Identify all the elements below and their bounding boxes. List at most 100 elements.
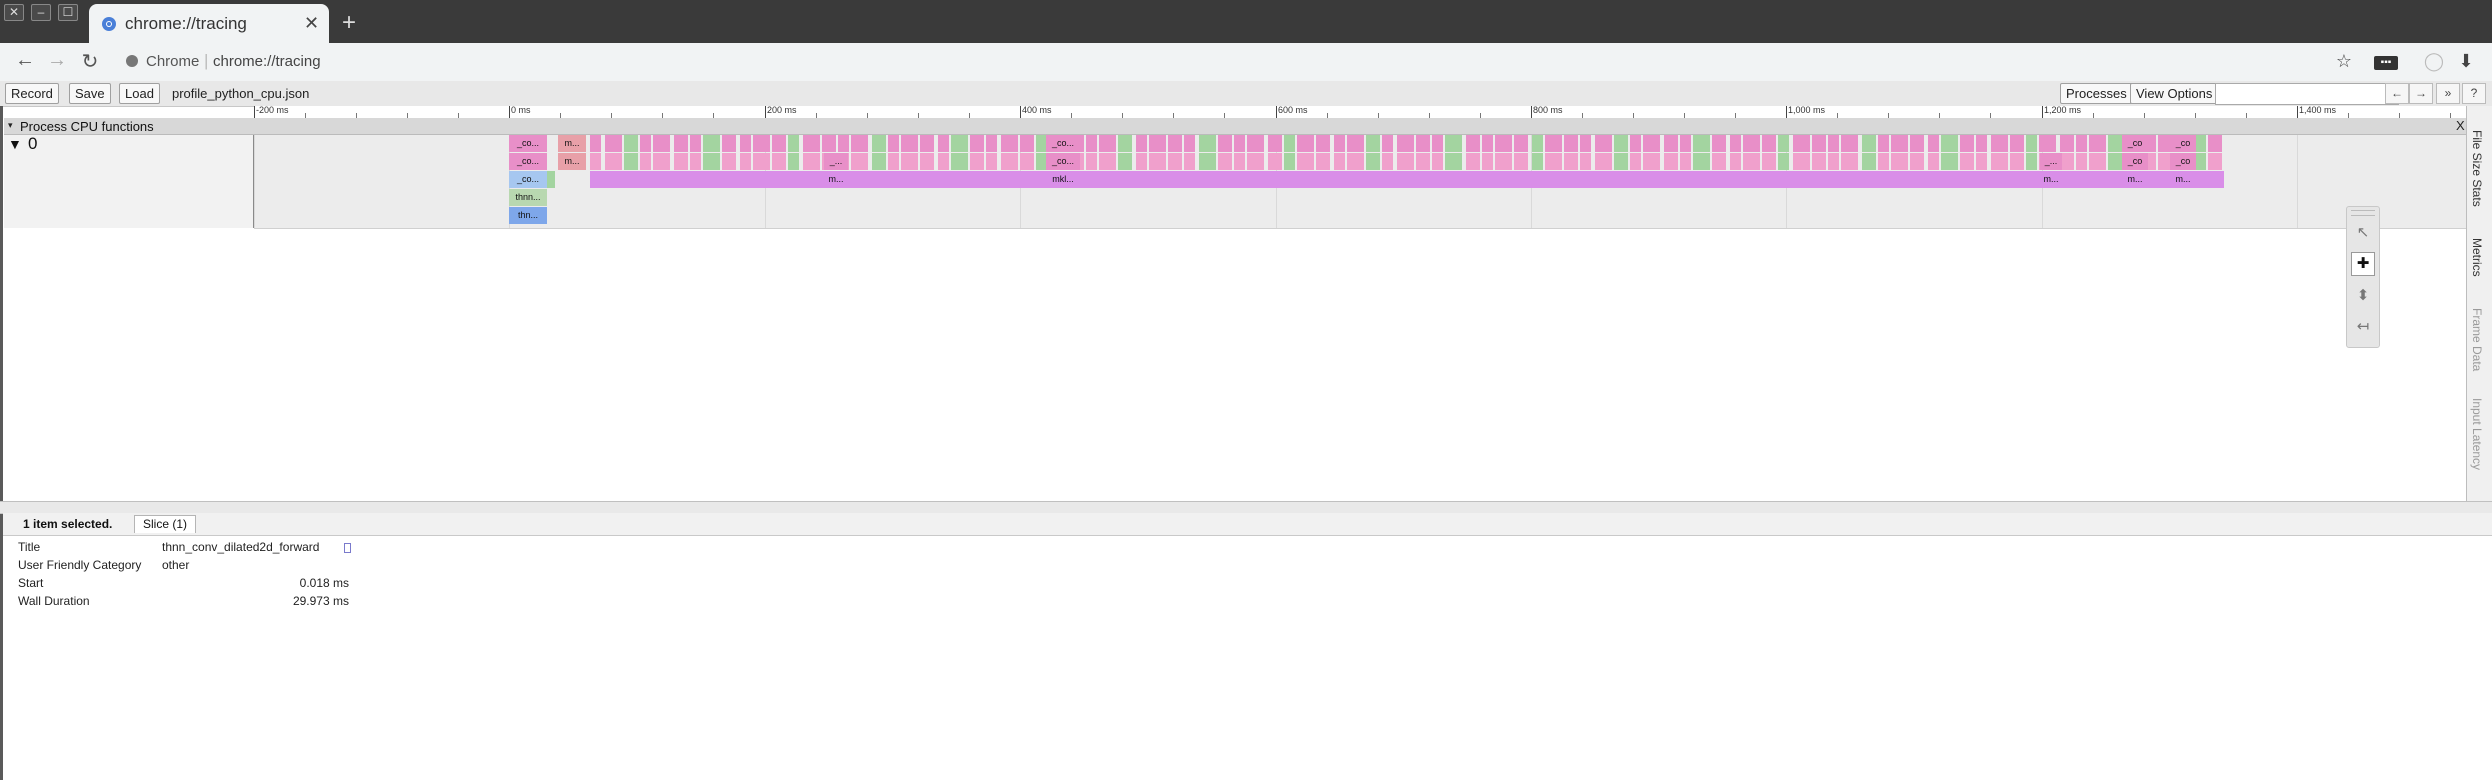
trace-slice[interactable]	[2208, 153, 2222, 170]
trace-slice[interactable]	[888, 153, 899, 170]
trace-slice[interactable]	[901, 135, 918, 152]
trace-slice[interactable]	[788, 135, 799, 152]
trace-slice[interactable]	[951, 171, 970, 188]
trace-slice[interactable]	[1366, 135, 1380, 152]
trace-slice[interactable]	[753, 171, 772, 188]
trace-slice[interactable]	[1184, 153, 1195, 170]
trace-slice[interactable]	[1664, 153, 1678, 170]
trace-slice[interactable]: _co...	[509, 153, 547, 170]
trace-slice[interactable]	[872, 171, 888, 188]
trace-slice[interactable]	[1564, 171, 1580, 188]
trace-slice[interactable]	[2060, 153, 2074, 170]
trace-slice[interactable]	[1482, 153, 1493, 170]
trace-slice[interactable]	[1693, 135, 1710, 152]
trace-slice[interactable]	[1878, 135, 1889, 152]
trace-slice[interactable]	[1564, 153, 1578, 170]
trace-slice[interactable]	[1762, 135, 1776, 152]
trace-slice[interactable]	[1366, 171, 1382, 188]
trace-slice[interactable]	[1891, 135, 1908, 152]
trace-slice[interactable]	[2026, 171, 2039, 188]
trace-slice[interactable]	[2089, 135, 2106, 152]
trace-slice[interactable]	[1928, 135, 1939, 152]
trace-slice[interactable]	[690, 153, 701, 170]
trace-slice[interactable]	[1941, 153, 1958, 170]
trace-slice[interactable]	[822, 135, 836, 152]
trace-slice[interactable]	[722, 135, 736, 152]
trace-slice[interactable]	[1218, 153, 1232, 170]
trace-slice[interactable]	[1928, 171, 1941, 188]
trace-slice[interactable]	[674, 135, 688, 152]
trace-slice[interactable]	[1086, 153, 1097, 170]
trace-slice[interactable]	[1614, 171, 1630, 188]
trace-slice[interactable]	[1941, 135, 1958, 152]
trace-slice[interactable]	[722, 153, 736, 170]
trace-slice[interactable]	[1247, 171, 1268, 188]
trace-slice[interactable]	[1416, 171, 1432, 188]
trace-slice[interactable]	[1149, 135, 1166, 152]
trace-slice[interactable]	[2010, 135, 2024, 152]
track-slices-area[interactable]: _co... _co... _co... thnn... thn... m... m... _…	[254, 135, 2466, 229]
trace-slice[interactable]	[640, 135, 651, 152]
trace-slice[interactable]	[772, 135, 786, 152]
trace-slice[interactable]	[1218, 135, 1232, 152]
trace-slice[interactable]	[1334, 171, 1347, 188]
trace-slice[interactable]: _co...	[1046, 153, 1080, 170]
trace-slice[interactable]	[653, 135, 670, 152]
trace-slice[interactable]	[872, 135, 886, 152]
window-maximize-button[interactable]: ☐	[58, 4, 78, 21]
trace-slice[interactable]	[1862, 135, 1876, 152]
trace-slice[interactable]	[1532, 135, 1543, 152]
track-collapse-icon[interactable]: ▼	[8, 136, 22, 152]
process-header[interactable]: ▾ Process CPU functions X	[4, 118, 2466, 135]
trace-slice[interactable]	[653, 153, 670, 170]
trace-slice[interactable]	[674, 153, 688, 170]
trace-slice[interactable]	[1778, 171, 1793, 188]
trace-slice[interactable]	[986, 135, 997, 152]
trace-slice[interactable]	[1347, 153, 1364, 170]
find-prev-button[interactable]: ←	[2385, 83, 2409, 104]
trace-slice[interactable]	[1168, 171, 1184, 188]
trace-slice[interactable]	[1976, 153, 1987, 170]
load-button[interactable]: Load	[119, 83, 160, 104]
trace-slice[interactable]	[1730, 171, 1743, 188]
trace-slice[interactable]	[1910, 135, 1924, 152]
trace-slice[interactable]	[1680, 135, 1691, 152]
trace-slice[interactable]	[1495, 153, 1512, 170]
trace-slice[interactable]	[1960, 135, 1974, 152]
trace-slice[interactable]	[1960, 153, 1974, 170]
trace-slice[interactable]: m...	[2170, 171, 2196, 188]
trace-slice[interactable]	[1184, 171, 1199, 188]
trace-slice[interactable]	[1680, 153, 1691, 170]
trace-slice[interactable]	[901, 171, 920, 188]
trace-slice[interactable]	[1910, 153, 1924, 170]
trace-slice[interactable]	[803, 135, 820, 152]
trace-slice[interactable]	[1643, 135, 1660, 152]
profile-icon[interactable]: ◯	[2422, 51, 2446, 72]
trace-slice[interactable]	[2108, 135, 2122, 152]
trace-slice[interactable]	[1976, 171, 1991, 188]
trace-slice[interactable]	[1118, 135, 1132, 152]
trace-slice[interactable]	[624, 153, 638, 170]
trace-slice[interactable]: _co	[2122, 153, 2148, 170]
trace-slice[interactable]	[1234, 135, 1245, 152]
trace-slice[interactable]	[624, 135, 638, 152]
select-tool-icon[interactable]: ↖	[2351, 221, 2375, 245]
drag-handle[interactable]	[2351, 210, 2375, 216]
trace-slice[interactable]	[938, 153, 949, 170]
trace-slice[interactable]	[1778, 135, 1789, 152]
trace-slice[interactable]	[722, 171, 740, 188]
trace-slice[interactable]	[1812, 171, 1828, 188]
trace-slice[interactable]	[1118, 171, 1136, 188]
goto-link-icon[interactable]	[344, 543, 351, 553]
trace-slice[interactable]	[1268, 135, 1282, 152]
trace-slice[interactable]	[1630, 171, 1643, 188]
view-options-button[interactable]: View Options	[2130, 83, 2219, 104]
trace-slice[interactable]	[1316, 171, 1334, 188]
trace-slice[interactable]	[1118, 153, 1132, 170]
trace-slice[interactable]	[938, 171, 951, 188]
trace-slice[interactable]	[1001, 135, 1018, 152]
trace-slice[interactable]	[2076, 153, 2087, 170]
trace-slice[interactable]	[1149, 153, 1166, 170]
trace-slice[interactable]	[1841, 135, 1858, 152]
trace-slice[interactable]	[1532, 171, 1545, 188]
